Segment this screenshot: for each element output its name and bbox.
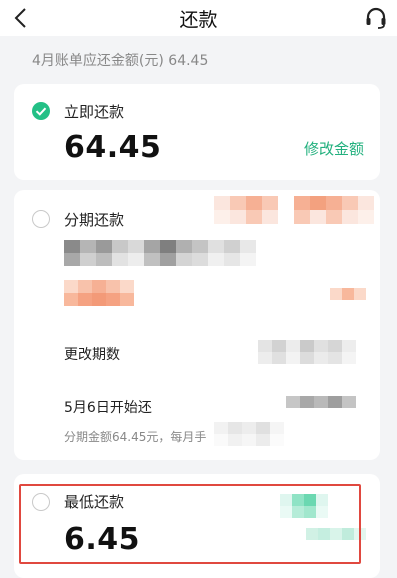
- redacted-block: [214, 196, 374, 224]
- highlight-box: [19, 484, 361, 564]
- headset-icon[interactable]: [363, 6, 389, 32]
- radio-unchecked[interactable]: [32, 210, 50, 228]
- start-date-label: 5月6日开始还: [64, 400, 152, 416]
- installment-note: 分期金额64.45元，每月手: [64, 430, 207, 444]
- redacted-block: [64, 240, 272, 266]
- bill-amount-text: 4月账单应还金额(元) 64.45: [32, 53, 209, 69]
- page-title: 还款: [179, 9, 218, 31]
- redacted-block: [286, 396, 356, 408]
- redacted-block: [64, 280, 134, 306]
- edit-amount-link[interactable]: 修改金额: [304, 138, 364, 159]
- change-term-label[interactable]: 更改期数: [64, 344, 120, 364]
- installment-label: 分期还款: [64, 211, 125, 229]
- top-bar: 还款: [0, 0, 397, 36]
- redacted-block: [258, 340, 356, 364]
- immediate-repay-card[interactable]: 立即还款 64.45 修改金额: [14, 84, 380, 180]
- redacted-block: [330, 288, 366, 300]
- immediate-repay-label: 立即还款: [64, 103, 125, 121]
- radio-checked[interactable]: [32, 102, 50, 120]
- check-icon: [35, 107, 47, 116]
- redacted-block: [214, 422, 284, 446]
- installment-card[interactable]: 分期还款 更改期数 5月6日开始还 分期金额64.45元，每月手: [14, 190, 380, 460]
- immediate-repay-amount: 64.45: [64, 130, 162, 165]
